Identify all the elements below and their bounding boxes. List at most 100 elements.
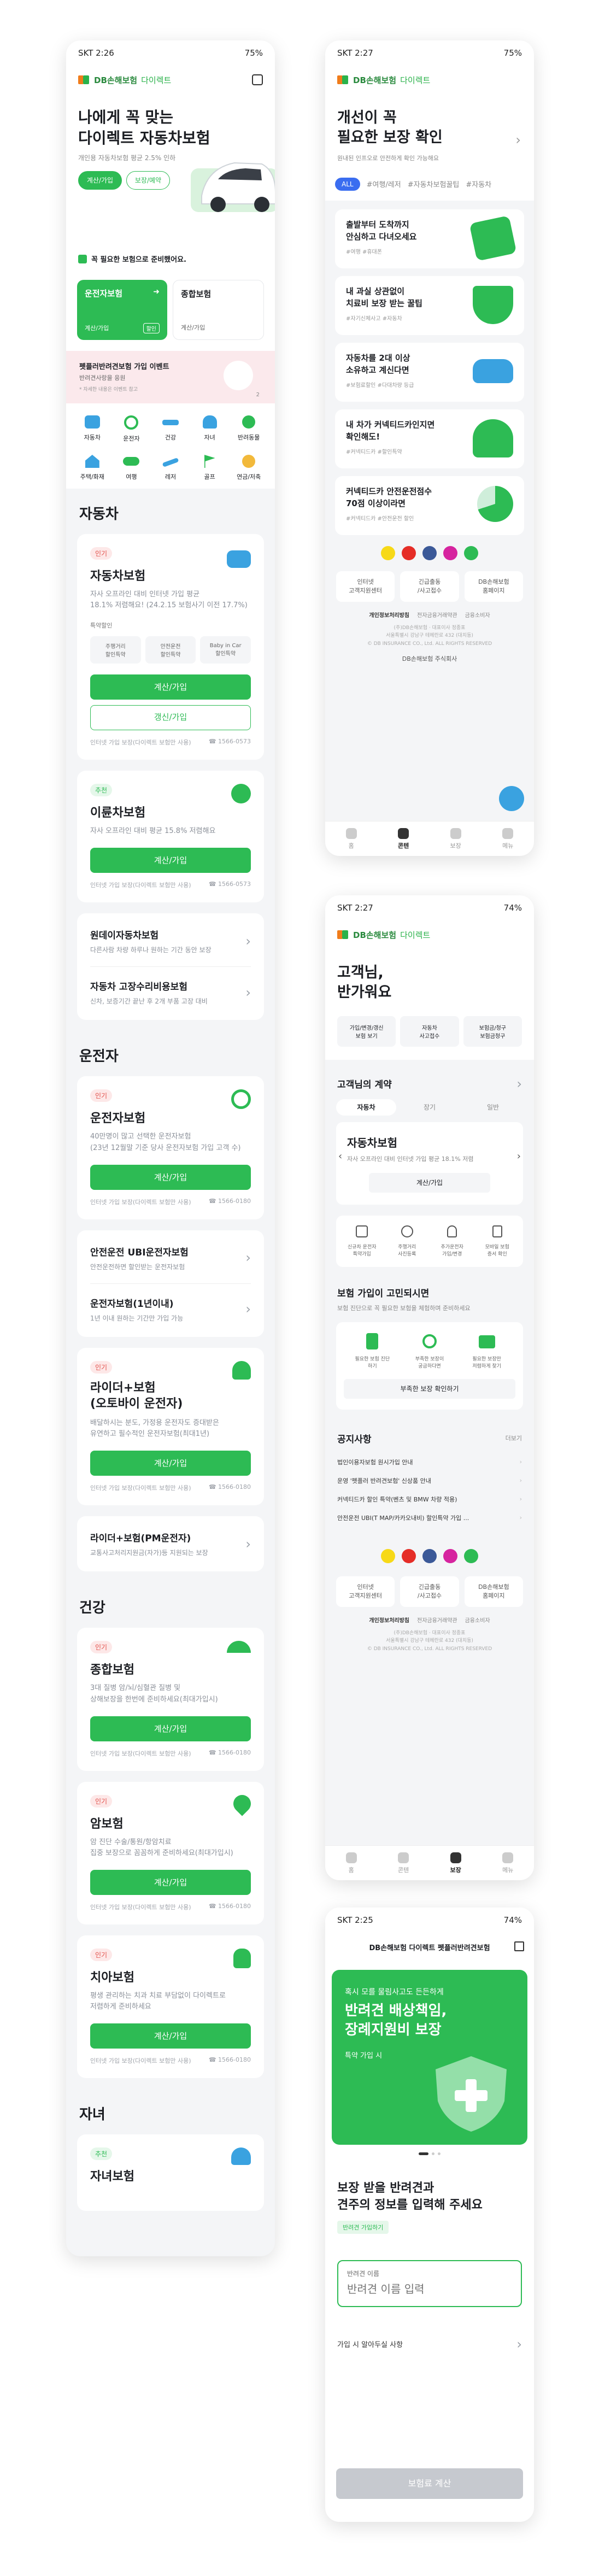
tab-content[interactable]: 콘텐 xyxy=(398,1852,409,1874)
quick-driver-insurance[interactable]: 운전자보험 ➜ 계산/가입 할인 xyxy=(77,280,167,340)
quick-comprehensive-insurance[interactable]: 종합보험 계산/가입 xyxy=(173,280,264,340)
footer-homepage[interactable]: DB손해보험 홈페이지 xyxy=(464,571,523,602)
content-card[interactable]: 내 차가 커넥티드카인지면 확인해도! #커넥티드카 #할인특약 xyxy=(335,409,524,468)
event-banner[interactable]: 펫플러반려견보험 가입 이벤트 반려견사랑을 응원 * 자세한 내용은 이벤트 … xyxy=(66,351,275,403)
notice-item[interactable]: 법인이용자보험 원시가입 안내 › xyxy=(337,1453,522,1471)
service-new-car[interactable]: 신규차 운전자 특약가입 xyxy=(340,1225,383,1257)
car-calc-button[interactable]: 계산/가입 xyxy=(90,674,251,700)
notice-item[interactable]: 커넥티드카 할인 특약(벤츠 및 BMW 차량 적용) › xyxy=(337,1490,522,1509)
tab-coverage[interactable]: 보장 xyxy=(450,828,461,850)
quick-claim[interactable]: 보험금/청구 보험금청구 xyxy=(463,1016,522,1047)
chevron-right-icon[interactable]: › xyxy=(515,132,521,148)
quick-view-insurance[interactable]: 가입/변경/갱신 보험 보기 xyxy=(337,1016,396,1047)
notice-item[interactable]: 안전운전 UBI(T MAP/카카오내비) 할인특약 가입 ... › xyxy=(337,1509,522,1527)
option-safe-driving[interactable]: 안전운전 할인특약 xyxy=(145,636,196,664)
category-child[interactable]: 자녀 xyxy=(193,415,226,443)
chip-travel[interactable]: #여행/레저 xyxy=(367,179,401,189)
footer-support-center[interactable]: 인터넷 고객지원센터 xyxy=(336,571,395,602)
facebook-icon[interactable] xyxy=(422,545,437,560)
brand-logo[interactable]: DB손해보험 다이렉트 xyxy=(337,929,430,941)
category-car[interactable]: 자동차 xyxy=(76,415,109,443)
tab-long-term[interactable]: 장기 xyxy=(400,1099,460,1116)
hero-check-button[interactable]: 보장/예약 xyxy=(126,171,170,190)
chip-car[interactable]: #자동차 xyxy=(466,179,491,189)
notice-more-link[interactable]: 더보기 xyxy=(506,1434,522,1442)
content-card[interactable]: 출발부터 도착까지 안심하고 다녀오세요 #여행 #휴대폰 xyxy=(335,209,524,268)
shopping-bag-icon[interactable] xyxy=(252,74,263,85)
youtube-icon[interactable] xyxy=(402,545,416,560)
option-baby-in-car[interactable]: Baby in Car 할인특약 xyxy=(200,636,251,664)
guide-lacking[interactable]: 부족한 보장이 궁금하다면 xyxy=(403,1333,456,1369)
brand-logo[interactable]: DB손해보험 다이렉트 xyxy=(337,74,430,86)
footer-emergency[interactable]: 긴급출동 /사고접수 xyxy=(400,571,459,602)
contract-calc-button[interactable]: 계산/가입 xyxy=(369,1172,490,1193)
list-item-pm[interactable]: 라이더+보험(PM운전자) 교통사고처리지원금(자가)등 지원되는 보장 › xyxy=(90,1530,251,1557)
family-site[interactable]: DB손해보험 주식회사 xyxy=(325,654,534,663)
category-pet[interactable]: 반려동물 xyxy=(232,415,265,443)
service-certificate[interactable]: 모바일 보험 증서 확인 xyxy=(476,1225,519,1257)
category-golf[interactable]: 골프 xyxy=(193,455,226,481)
chatbot-button[interactable] xyxy=(499,786,524,811)
pet-name-input[interactable] xyxy=(347,2282,512,2296)
instagram-icon[interactable] xyxy=(443,545,457,560)
instagram-icon[interactable] xyxy=(443,1548,457,1563)
cancer-calc-button[interactable]: 계산/가입 xyxy=(90,1869,251,1895)
kakao-icon[interactable] xyxy=(381,1548,395,1563)
category-driver[interactable]: 운전자 xyxy=(115,415,148,443)
driver-calc-button[interactable]: 계산/가입 xyxy=(90,1164,251,1190)
tab-menu[interactable]: 메뉴 xyxy=(502,1852,513,1874)
content-card[interactable]: 내 과실 상관없이 치료비 보장 받는 꿀팁 #자기신체사고 #자동차 xyxy=(335,275,524,335)
home-icon[interactable] xyxy=(514,1941,524,1951)
pet-name-field[interactable]: 반려견 이름 xyxy=(337,2260,522,2307)
check-coverage-button[interactable]: 부족한 보장 확인하기 xyxy=(344,1378,515,1399)
youtube-icon[interactable] xyxy=(402,1548,416,1563)
category-pension[interactable]: 연금/저축 xyxy=(232,455,265,481)
promo-banner[interactable]: 혹시 모를 물림사고도 든든하게 반려견 배상책임, 장례지원비 보장 특약 가입… xyxy=(332,1970,527,2145)
list-item-repair[interactable]: 자동차 고장수리비용보험 신차, 보증기간 끝난 후 2개 부품 고장 대비 › xyxy=(90,979,251,1006)
quick-accident-report[interactable]: 자동차 사고접수 xyxy=(400,1016,459,1047)
content-card[interactable]: 자동차를 2대 이상 소유하고 계신다면 #보험료할인 #다대차량 등급 xyxy=(335,342,524,402)
hero-calc-button[interactable]: 계산/가입 xyxy=(78,171,122,190)
chevron-left-icon[interactable]: ‹ xyxy=(338,1151,342,1162)
notice-accordion[interactable]: 가입 시 알아두실 사항 › xyxy=(337,2337,522,2352)
comprehensive-calc-button[interactable]: 계산/가입 xyxy=(90,1716,251,1741)
tab-home[interactable]: 홈 xyxy=(345,828,357,850)
facebook-icon[interactable] xyxy=(422,1548,437,1563)
car-renew-button[interactable]: 갱신/가입 xyxy=(90,705,251,731)
option-mileage[interactable]: 주행거리 할인특약 xyxy=(90,636,141,664)
chip-car-tips[interactable]: #자동차보험꿀팁 xyxy=(408,179,460,189)
brand-logo[interactable]: DB손해보험 다이렉트 xyxy=(78,74,171,86)
chip-all[interactable]: ALL xyxy=(335,177,360,191)
tab-menu[interactable]: 메뉴 xyxy=(502,828,513,850)
category-travel[interactable]: 여행 xyxy=(115,455,148,481)
service-add-driver[interactable]: 추가운전자 가입/변경 xyxy=(431,1225,473,1257)
line-icon[interactable] xyxy=(464,1548,478,1563)
line-icon[interactable] xyxy=(464,545,478,560)
contracts-header[interactable]: 고객님의 계약 › xyxy=(325,1060,534,1099)
tab-content[interactable]: 콘텐 xyxy=(398,828,409,850)
phone-number[interactable]: ☎ 1566-0573 xyxy=(209,738,251,747)
tab-general[interactable]: 일반 xyxy=(463,1099,523,1116)
service-mileage[interactable]: 주행거리 사진등록 xyxy=(386,1225,428,1257)
dental-calc-button[interactable]: 계산/가입 xyxy=(90,2023,251,2049)
category-leisure[interactable]: 레저 xyxy=(154,455,187,481)
tab-car[interactable]: 자동차 xyxy=(336,1099,396,1116)
tab-home[interactable]: 홈 xyxy=(345,1852,357,1874)
chevron-right-icon[interactable]: › xyxy=(517,1151,521,1162)
rider-calc-button[interactable]: 계산/가입 xyxy=(90,1451,251,1476)
list-item-1year[interactable]: 운전자보험(1년이내) 1년 이내 원하는 기간만 가입 가능 › xyxy=(90,1296,251,1323)
kakao-icon[interactable] xyxy=(381,545,395,560)
bike-calc-button[interactable]: 계산/가입 xyxy=(90,848,251,873)
notice-item[interactable]: 운영 '펫플러 반려견보험' 신상품 안내 › xyxy=(337,1471,522,1490)
category-health[interactable]: 건강 xyxy=(154,415,187,443)
golf-flag-icon xyxy=(204,455,215,468)
section-title-child: 자녀 xyxy=(79,2106,105,2123)
content-card[interactable]: 커넥티드카 안전운전점수 70점 이상이라면 #커넥티드카 #안전운전 할인 xyxy=(335,476,524,535)
category-home-fire[interactable]: 주택/화재 xyxy=(76,455,109,481)
calculate-premium-button[interactable]: 보험료 계산 xyxy=(336,2468,523,2499)
tab-coverage[interactable]: 보장 xyxy=(450,1852,461,1874)
guide-diagnosis[interactable]: 필요한 보험 진단 하기 xyxy=(346,1333,398,1369)
guide-cheap[interactable]: 필요한 보장만 저렴하게 찾기 xyxy=(461,1333,513,1369)
list-item-ubi[interactable]: 안전운전 UBI운전자보험 안전운전하면 할인받는 운전자보험 › xyxy=(90,1245,251,1271)
list-item-oneday[interactable]: 원데이자동차보험 다른사람 차량 하루나 원하는 기간 동안 보장 › xyxy=(90,928,251,954)
